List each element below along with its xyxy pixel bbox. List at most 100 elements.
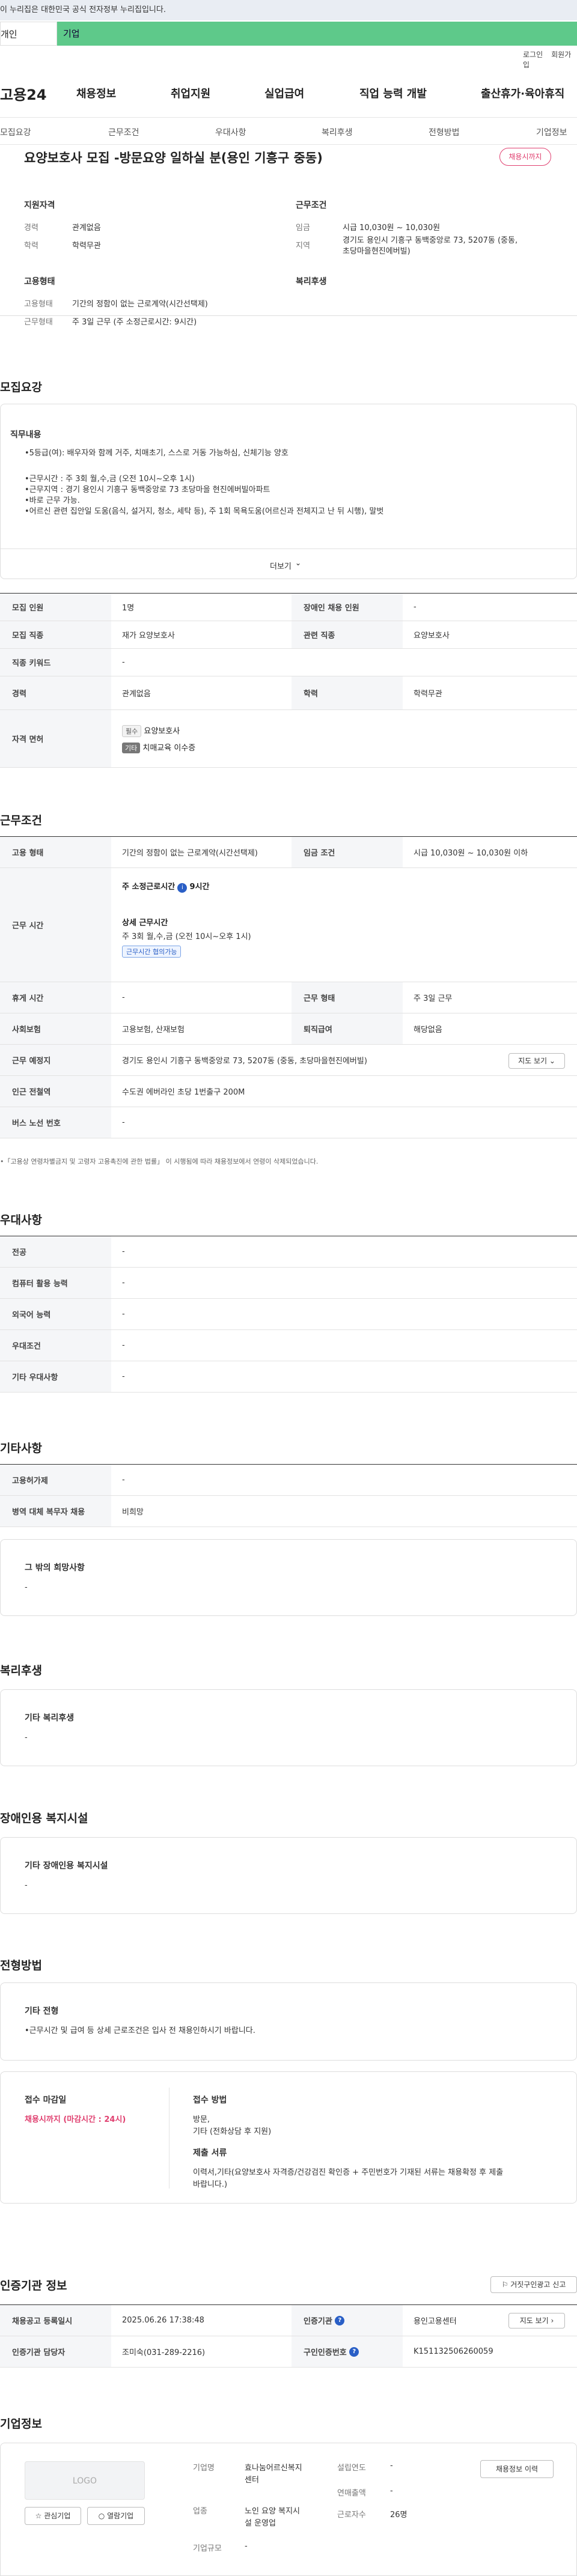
more-button[interactable]: 더보기 ⌄ (1, 548, 576, 579)
lnb-item-welfare[interactable]: 복리후생 (322, 126, 353, 138)
table-value: - (122, 993, 125, 1002)
util-links: 로그인 회원가입 (523, 49, 577, 69)
table-key: 버스 노선 번호 (0, 1107, 111, 1138)
founded-key: 설립연도 (337, 2464, 366, 2473)
table-row: 인근 전철역 수도권 에버라인 초당 1번출구 200M (0, 1076, 577, 1107)
table-value: 2025.06.26 17:38:48 (122, 2316, 204, 2325)
agency-table: 채용공고 등록일시 2025.06.26 17:38:48 인증기관 ? 용인고… (0, 2304, 577, 2368)
table-value: - (122, 1310, 125, 1319)
gnb-item-jobs[interactable]: 채용정보 (76, 85, 116, 101)
employment-head: 고용형태 (24, 277, 55, 287)
info-icon[interactable]: i (177, 883, 188, 893)
table-row: 직종 키워드 - (0, 649, 577, 676)
pref-table: 전공 - 컴퓨터 활용 능력 - 외국어 능력 - 우대조건 - 기타 우대사항 - (0, 1236, 577, 1393)
table-key: 근무 시간 (0, 868, 111, 982)
weekly-hours-value: 9시간 (189, 882, 210, 892)
table-value: - (122, 1247, 125, 1256)
recruit-table: 모집 인원 1명 장애인 채용 인원 - 모집 직종 재가 요양보호사 관련 직… (0, 593, 577, 768)
etc-section-title: 기타사항 (0, 1442, 42, 1455)
emp-type-key: 고용형태 (24, 300, 53, 309)
etc-table: 고용허가제 - 병역 대체 복무자 채용 비희망 (0, 1464, 577, 1528)
table-row: 우대조건 - (0, 1330, 577, 1361)
table-value: 수도권 에버라인 초당 1번출구 200M (122, 1088, 245, 1097)
lnb-item-selection[interactable]: 전형방법 (429, 126, 460, 138)
table-key: 구인인증번호 ? (292, 2336, 403, 2367)
job-description-line: •근무지역 : 경기 용인시 기흥구 동백중앙로 73 초당마을 현진에버빌아파… (25, 485, 270, 494)
table-value: K151132506260059 (414, 2347, 493, 2356)
gnb-item-benefit[interactable]: 실업급여 (264, 85, 304, 101)
table-row: 버스 노선 번호 - (0, 1107, 577, 1138)
tab-personal[interactable]: 개인 (0, 22, 57, 46)
biz-value-2: 설 운영업 (245, 2519, 276, 2528)
career-value: 관계없음 (72, 223, 101, 232)
lnb-item-work[interactable]: 근무조건 (108, 126, 139, 138)
job-description-box: 직무내용 •5등급(여): 배우자와 함께 거주, 치매초기, 스스로 거동 가… (0, 404, 577, 579)
table-key: 모집 인원 (0, 594, 111, 621)
table-key: 근무 예정지 (0, 1045, 111, 1075)
table-key: 기타 우대사항 (0, 1361, 111, 1392)
table-row: 전공 - (0, 1236, 577, 1268)
table-row: 컴퓨터 활용 능력 - (0, 1268, 577, 1299)
table-key: 인근 전철역 (0, 1076, 111, 1107)
map-button[interactable]: 지도 보기 › (508, 2313, 565, 2328)
company-name-key: 기업명 (193, 2464, 215, 2473)
table-value: 조미숙(031-289-2216) (122, 2348, 206, 2357)
selection-box: 기타 전형 •근무시간 및 급여 등 상세 근로조건은 입사 전 채용인하시기 … (0, 1982, 577, 2061)
welfare-box-head: 기타 복리후생 (25, 1713, 75, 1723)
gov-banner: 이 누리집은 대한민국 공식 전자정부 누리집입니다. (0, 0, 577, 20)
conditions-head: 근무조건 (296, 201, 327, 210)
company-section-title: 기업정보 (0, 2417, 42, 2431)
table-value: 기간의 정함이 없는 근로계약(시간선택제) (122, 849, 258, 858)
table-value: 요양보호사 (414, 631, 450, 640)
job-description-head: 직무내용 (10, 430, 41, 440)
biz-key: 업종 (193, 2507, 207, 2516)
table-key: 임금 조건 (292, 837, 403, 867)
license-tag: 필수 (122, 725, 142, 737)
viewed-label: 열람기업 (107, 2512, 134, 2520)
table-key: 전공 (0, 1236, 111, 1267)
auth-key-label: 구인인증번호 (304, 2348, 347, 2357)
welfare-head: 복리후생 (296, 277, 327, 287)
table-value: - (122, 1372, 125, 1381)
lnb-item-recruit[interactable]: 모집요강 (0, 126, 31, 138)
tab-company[interactable]: 기업 (57, 22, 577, 46)
founded-value: - (390, 2461, 393, 2470)
map-button[interactable]: 지도 보기 ⌄ (508, 1053, 565, 1069)
pref-section-title: 우대사항 (0, 1214, 42, 1227)
info-icon[interactable]: ? (335, 2315, 345, 2325)
agency-section-title: 인증기관 정보 (0, 2279, 67, 2292)
job-history-button[interactable]: 채용정보 이력 (480, 2460, 554, 2478)
table-key: 휴게 시간 (0, 982, 111, 1013)
map-button-label: 지도 보기 (519, 2316, 549, 2325)
docs-value-1: 이력서,기타(요양보호사 자격증/건강검진 확인증 + 주민번호가 기재된 서류… (193, 2168, 504, 2177)
report-button[interactable]: ⚐ 거짓구인광고 신고 (490, 2276, 577, 2293)
table-row: 자격 면허 필수 요양보호사 기타 치매교육 이수증 (0, 710, 577, 768)
table-value: 주 3일 근무 (414, 994, 453, 1003)
info-icon[interactable]: ? (349, 2347, 359, 2357)
gnb-item-support[interactable]: 취업지원 (171, 85, 210, 101)
star-icon: ☆ (35, 2512, 42, 2520)
lnb-item-company[interactable]: 기업정보 (536, 126, 567, 138)
interest-company-button[interactable]: ☆ 관심기업 (25, 2507, 81, 2525)
company-box: LOGO ☆ 관심기업 ○ 열람기업 기업명 효나눔어르신복지 센터 업종 노인… (0, 2443, 577, 2576)
table-key: 컴퓨터 활용 능력 (0, 1268, 111, 1298)
table-row: 모집 인원 1명 장애인 채용 인원 - (0, 594, 577, 621)
disabled-box: 기타 장애인용 복지시설 - (0, 1837, 577, 1914)
table-row: 경력 관계없음 학력 학력무관 (0, 676, 577, 710)
emp-type-value: 기간의 정함이 없는 근로계약(시간선택제) (72, 300, 208, 309)
interest-label: 관심기업 (44, 2512, 71, 2520)
login-link[interactable]: 로그인 (523, 50, 543, 59)
table-value: 학력무관 (414, 690, 442, 699)
gnb-item-leave[interactable]: 출산휴가·육아휴직 (481, 85, 564, 101)
sales-value: - (390, 2486, 393, 2496)
viewed-company-button[interactable]: ○ 열람기업 (87, 2507, 145, 2525)
work-form-key: 근무형태 (24, 318, 53, 327)
table-key: 외국어 능력 (0, 1299, 111, 1329)
weekly-hours-label: 주 소정근로시간 (122, 882, 176, 892)
lnb-item-pref[interactable]: 우대사항 (215, 126, 246, 138)
site-logo[interactable]: 고용24 (0, 83, 47, 104)
hours-negotiable-badge: 근무시간 협의가능 (122, 945, 182, 958)
more-label: 더보기 (270, 562, 292, 571)
table-row: 인증기관 담당자 조미숙(031-289-2216) 구인인증번호 ? K151… (0, 2336, 577, 2368)
gnb-item-training[interactable]: 직업 능력 개발 (359, 85, 427, 101)
